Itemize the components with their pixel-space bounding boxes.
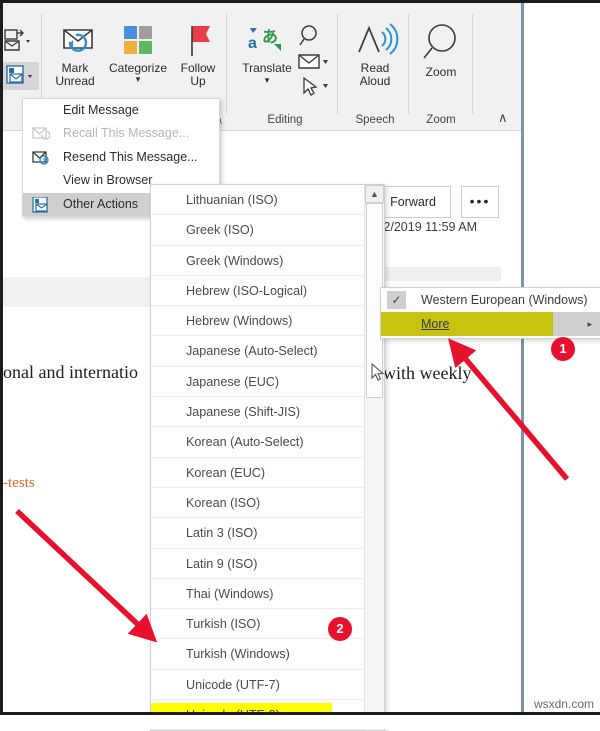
context-menu-item-label: Other Actions	[63, 196, 139, 211]
annotation-badge-1: 1	[551, 337, 575, 361]
zoom-magnifier-icon	[423, 24, 456, 59]
ribbon-separator-5	[472, 14, 473, 114]
encoding-submenu: ✓ Western European (Windows) More ▸	[380, 287, 600, 339]
submenu-item-western-european-windows[interactable]: ✓ Western European (Windows)	[381, 288, 600, 312]
zoom-button[interactable]: Zoom	[413, 22, 469, 79]
encoding-item[interactable]: Greek (ISO)	[151, 215, 384, 246]
encoding-item[interactable]: Unicode (UTF-7)	[151, 670, 384, 701]
collapse-ribbon-icon[interactable]: ∧	[498, 110, 508, 126]
context-menu-item-edit-message[interactable]: Edit Message	[23, 99, 219, 122]
more-highlight	[381, 312, 553, 336]
svg-text:a: a	[248, 35, 257, 52]
context-menu-item-recall-this-message[interactable]: Recall This Message...	[23, 122, 219, 145]
context-menu-item-label: Recall This Message...	[63, 126, 190, 141]
encoding-item[interactable]: Japanese (Auto-Select)	[151, 336, 384, 367]
follow-up-label-line2: Up	[190, 74, 206, 88]
window-left-edge	[0, 0, 3, 729]
forward-button[interactable]: Forward	[375, 186, 451, 218]
window-top-edge	[0, 0, 600, 3]
encoding-item[interactable]: Japanese (Shift-JIS)	[151, 397, 384, 428]
encoding-item[interactable]: Latin 9 (ISO)	[151, 549, 384, 579]
encoding-item[interactable]: Greek (Windows)	[151, 246, 384, 276]
group-label-editing: Editing	[267, 114, 303, 126]
related-button[interactable]	[296, 52, 330, 72]
ribbon-separator-4	[408, 14, 409, 114]
find-button[interactable]	[298, 24, 324, 48]
encoding-item[interactable]: Korean (EUC)	[151, 458, 384, 488]
more-actions-button[interactable]: •••	[461, 186, 499, 218]
encoding-list-menu: Lithuanian (ISO) Greek (ISO) Greek (Wind…	[150, 184, 385, 731]
encoding-item[interactable]: Lithuanian (ISO)	[151, 185, 384, 216]
select-cursor-icon	[303, 76, 328, 96]
context-menu-item-label: Resend This Message...	[63, 149, 198, 164]
encoding-item[interactable]: Korean (ISO)	[151, 488, 384, 519]
encoding-list-scrollbar[interactable]: ▲	[364, 185, 384, 730]
search-icon	[299, 25, 317, 46]
categorize-button[interactable]: Categorize ▾	[104, 22, 172, 84]
submenu-item-label: Western European (Windows)	[421, 293, 588, 307]
svg-text:あ: あ	[262, 27, 278, 46]
submenu-item-label: More	[421, 317, 450, 331]
mark-unread-button[interactable]: Mark Unread	[47, 22, 103, 88]
ribbon-separator-3	[337, 14, 338, 114]
zoom-label: Zoom	[425, 65, 457, 79]
window-bottom-strip	[0, 715, 600, 729]
read-aloud-icon	[358, 23, 399, 55]
encoding-item[interactable]: Hebrew (ISO-Logical)	[151, 276, 384, 307]
translate-icon: a あ	[248, 27, 281, 52]
body-link-fragment: -tests	[3, 475, 35, 491]
translate-label: Translate	[242, 61, 292, 75]
encoding-item[interactable]: Turkish (Windows)	[151, 639, 384, 670]
submenu-item-more[interactable]: More ▸	[381, 312, 600, 336]
body-text-left: onal and internatio	[3, 362, 138, 382]
chevron-right-icon: ▸	[587, 319, 592, 329]
mark-unread-label-line2: Unread	[55, 74, 95, 88]
read-aloud-label-line2: Aloud	[359, 74, 391, 88]
read-aloud-button[interactable]: Read Aloud	[344, 22, 406, 88]
resend-icon	[32, 150, 50, 165]
other-actions-ribbon-button[interactable]	[3, 62, 39, 90]
encoding-item[interactable]: Korean (Auto-Select)	[151, 427, 384, 458]
check-icon: ✓	[387, 291, 406, 309]
categorize-dropdown-caret[interactable]: ▾	[104, 75, 172, 84]
group-label-zoom: Zoom	[426, 114, 456, 126]
context-menu-item-resend-this-message[interactable]: Resend This Message...	[23, 146, 219, 169]
flag-icon	[191, 26, 210, 56]
encoding-item[interactable]: Japanese (EUC)	[151, 367, 384, 398]
scrollbar-track[interactable]	[365, 398, 384, 730]
message-header-band-right	[380, 267, 501, 281]
scroll-up-arrow-icon[interactable]: ▲	[365, 185, 384, 203]
other-actions-icon	[6, 65, 32, 84]
related-mail-icon	[298, 54, 328, 69]
outlook-window: Mark Unread Categorize ▾ Follow Up a あ T…	[0, 0, 600, 731]
encoding-item[interactable]: Latin 3 (ISO)	[151, 518, 384, 549]
ribbon-separator-2	[226, 14, 227, 114]
message-date: 2/2/2019 11:59 AM	[373, 220, 478, 234]
group-label-speech: Speech	[355, 114, 395, 126]
context-menu-item-label: View in Browser	[63, 173, 153, 188]
recall-icon	[32, 126, 51, 141]
mark-unread-icon	[63, 29, 93, 52]
watermark: wsxdn.com	[533, 697, 594, 711]
translate-button[interactable]: a あ Translate ▾	[233, 22, 301, 85]
body-text-right: with weekly	[383, 363, 472, 383]
move-button[interactable]	[3, 28, 39, 56]
follow-up-button[interactable]: Follow Up	[172, 22, 224, 88]
right-side-panel	[524, 0, 600, 729]
context-menu-item-label: Edit Message	[63, 103, 139, 117]
encoding-item[interactable]: Thai (Windows)	[151, 579, 384, 610]
categorize-icon	[124, 26, 152, 54]
encoding-item[interactable]: Hebrew (Windows)	[151, 306, 384, 337]
move-to-folder-icon	[4, 29, 30, 51]
mouse-cursor	[371, 362, 385, 386]
select-button[interactable]	[298, 76, 332, 98]
translate-dropdown-caret[interactable]: ▾	[233, 75, 301, 85]
panel-divider	[521, 0, 524, 729]
other-actions-icon	[32, 195, 50, 213]
annotation-badge-2: 2	[328, 617, 352, 641]
